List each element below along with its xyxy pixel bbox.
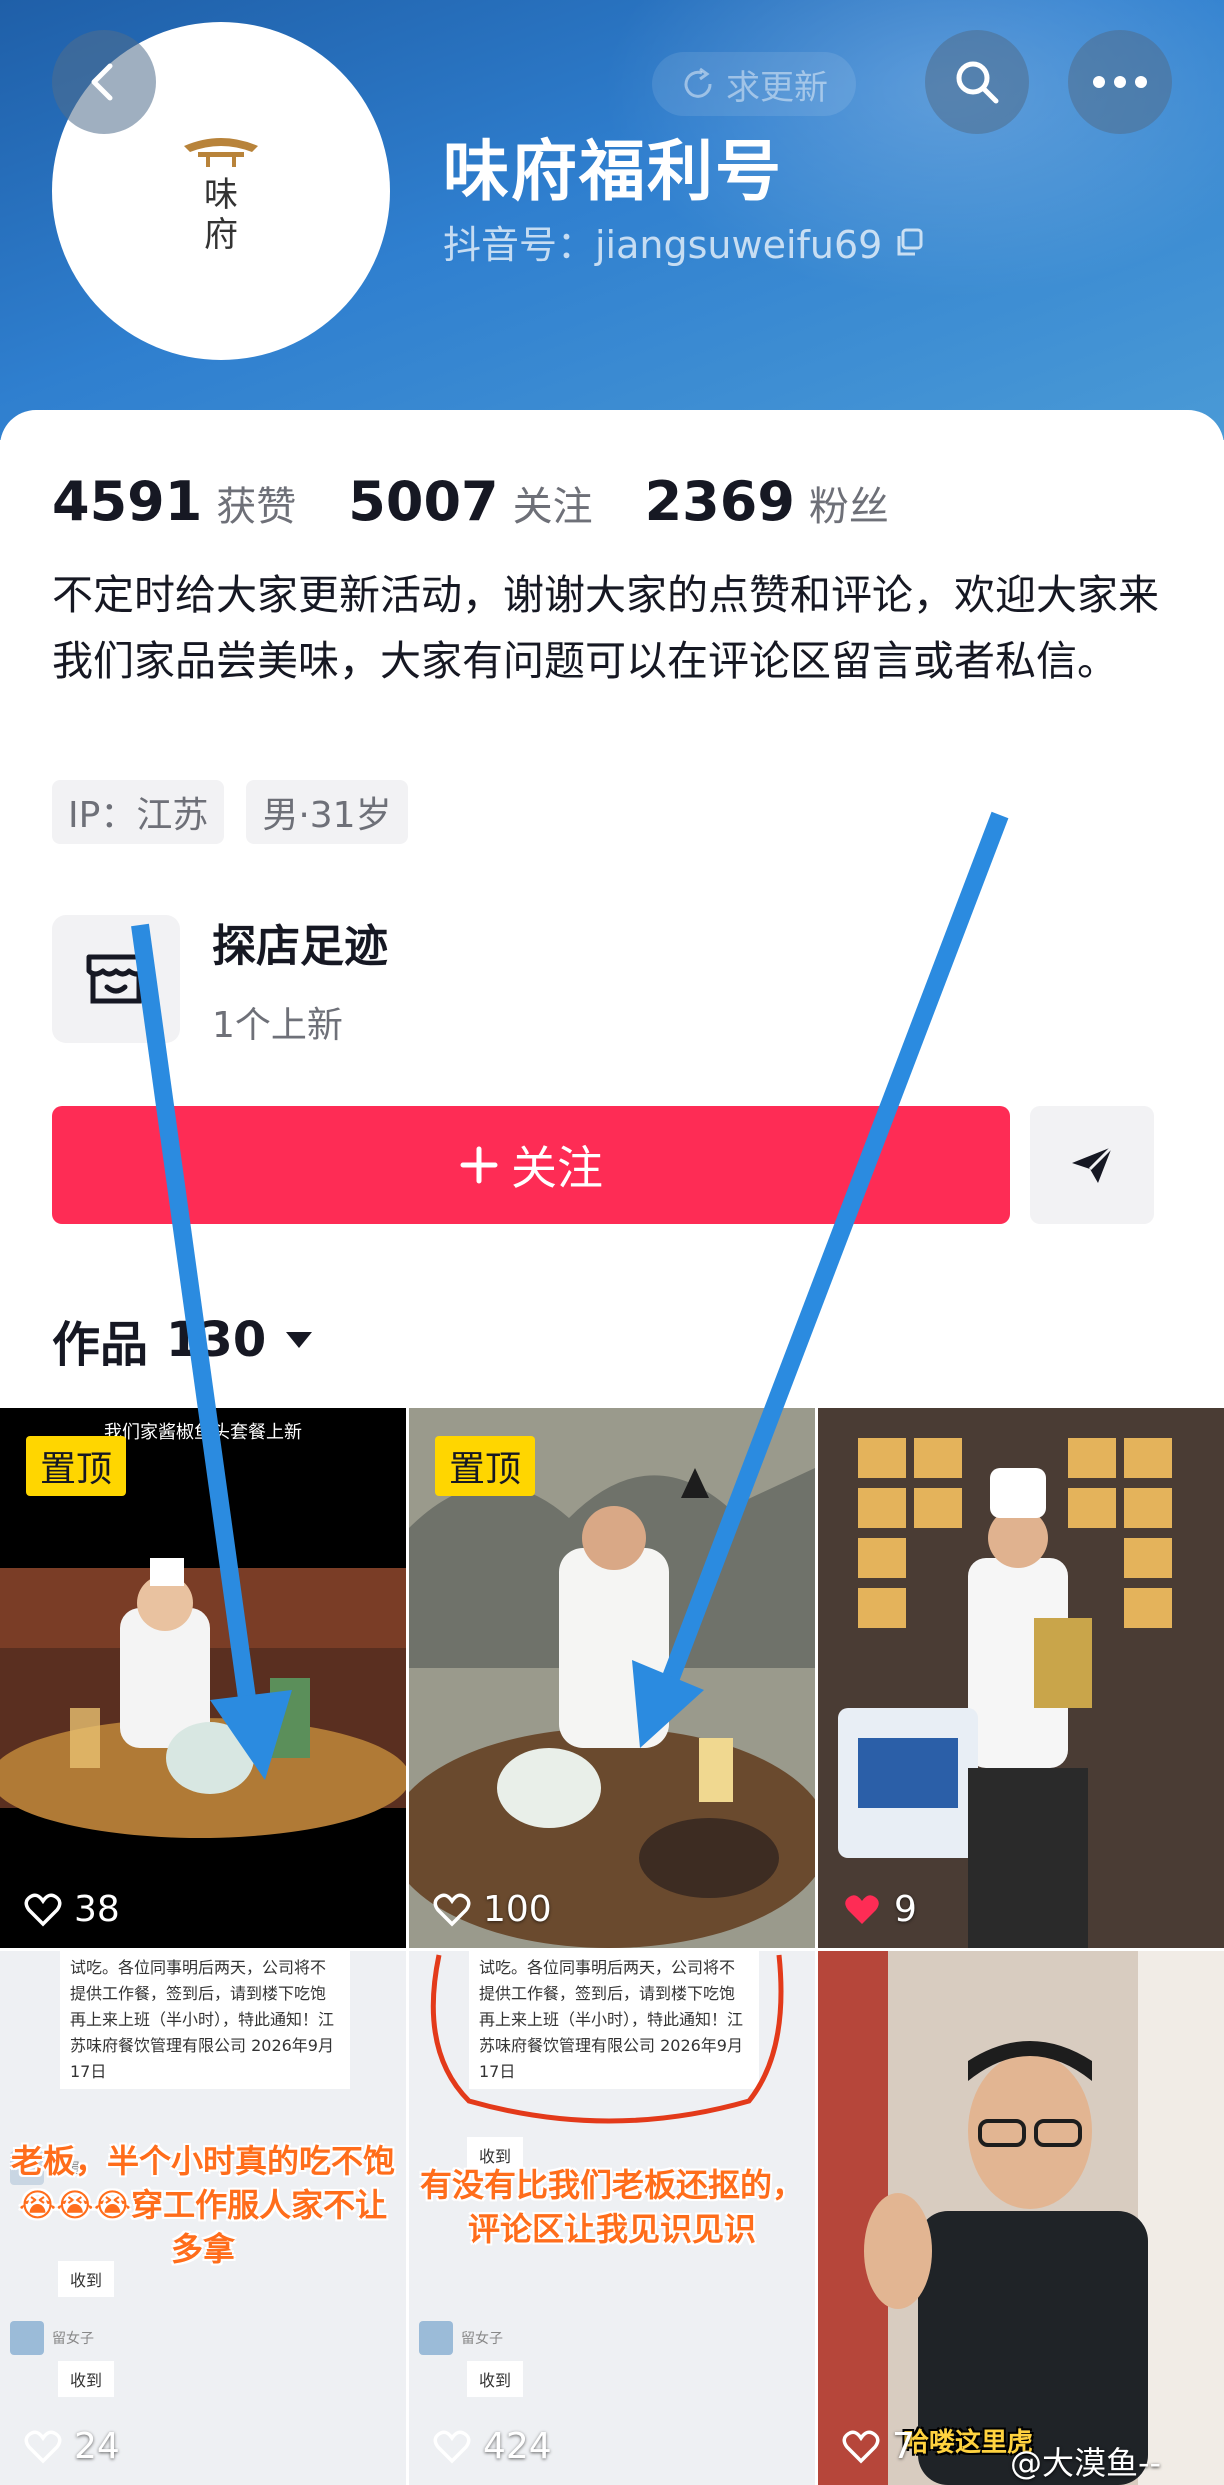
search-icon bbox=[956, 61, 999, 104]
douyin-id-text: 抖音号：jiangsuweifu69 bbox=[443, 223, 883, 267]
video-tile[interactable]: 试吃。各位同事明后两天，公司将不提供工作餐，签到后，请到楼下吃饱再上来上班（半小… bbox=[0, 1951, 406, 2485]
stat-following-number: 5007 bbox=[348, 470, 499, 533]
profile-name: 味府福利号 bbox=[443, 133, 783, 210]
chat-avatar bbox=[10, 2321, 44, 2355]
search-button[interactable] bbox=[925, 30, 1029, 134]
chat-item: 留女子 bbox=[10, 2321, 94, 2355]
stat-likes-number: 4591 bbox=[52, 470, 203, 533]
like-count-number: 424 bbox=[483, 2426, 552, 2467]
chat-avatar bbox=[419, 2321, 453, 2355]
follow-label: 关注 bbox=[511, 1141, 603, 1195]
send-icon bbox=[1072, 1145, 1114, 1183]
copy-icon[interactable] bbox=[894, 227, 924, 257]
brand-logo: 味 府 bbox=[176, 126, 266, 256]
stat-following[interactable]: 5007 关注 bbox=[348, 470, 592, 533]
stat-followers-label: 粉丝 bbox=[808, 484, 889, 530]
visit-title: 探店足迹 bbox=[212, 921, 388, 972]
heart-outline-icon bbox=[24, 1892, 62, 1926]
chat-bubble: 收到 bbox=[58, 2361, 115, 2397]
heart-outline-icon bbox=[842, 2429, 880, 2463]
video-thumbnail bbox=[818, 1951, 1224, 2485]
like-count: 9 bbox=[842, 1889, 917, 1930]
share-button[interactable] bbox=[1030, 1106, 1154, 1224]
pinned-badge: 置顶 bbox=[435, 1436, 536, 1496]
like-count-number: 24 bbox=[74, 2426, 120, 2467]
visit-text: 探店足迹 1个上新 bbox=[212, 910, 388, 1048]
chat-bubble: 收到 bbox=[467, 2361, 524, 2397]
chevron-left-icon bbox=[91, 63, 113, 101]
heart-outline-icon bbox=[24, 2429, 62, 2463]
visit-footprint-entry[interactable]: 探店足迹 1个上新 bbox=[52, 910, 388, 1048]
stat-likes-label: 获赞 bbox=[216, 484, 297, 530]
chat-name: 留女子 bbox=[461, 2331, 503, 2347]
douyin-id[interactable]: 抖音号：jiangsuweifu69 bbox=[443, 214, 924, 269]
stats-row: 4591 获赞 5007 关注 2369 粉丝 bbox=[52, 470, 941, 533]
like-count: 24 bbox=[24, 2426, 120, 2467]
like-count-number: 38 bbox=[74, 1889, 120, 1930]
like-count-number: 9 bbox=[894, 1889, 917, 1930]
plus-icon bbox=[460, 1146, 498, 1184]
svg-text:府: 府 bbox=[204, 215, 238, 255]
like-count-number: 7 bbox=[892, 2426, 915, 2467]
stat-likes[interactable]: 4591 获赞 bbox=[52, 470, 296, 533]
triangle-down-icon bbox=[286, 1332, 313, 1348]
notice-screenshot-text: 试吃。各位同事明后两天，公司将不提供工作餐，签到后，请到楼下吃饱再上来上班（半小… bbox=[60, 1951, 350, 2089]
follow-button[interactable]: 关注 bbox=[52, 1106, 1010, 1224]
video-caption: 老板，半个小时真的吃不饱😭😭😭穿工作服人家不让多拿 bbox=[10, 2142, 395, 2268]
ip-tag: IP：江苏 bbox=[52, 780, 225, 844]
heart-outline-icon bbox=[433, 2429, 471, 2463]
like-count: 424 bbox=[433, 2426, 552, 2467]
like-count: 100 bbox=[433, 1889, 552, 1930]
red-circle-annotation bbox=[430, 1954, 784, 2124]
visit-subtitle: 1个上新 bbox=[212, 1005, 343, 1046]
more-dots-icon bbox=[1093, 76, 1147, 88]
stat-following-label: 关注 bbox=[512, 484, 593, 530]
video-tile[interactable]: 我们家酱椒鱼头套餐上新 置顶 38 bbox=[0, 1408, 406, 1948]
video-caption: 有没有比我们老板还抠的，评论区让我见识见识 bbox=[419, 2166, 804, 2248]
heart-filled-icon bbox=[845, 1894, 879, 1924]
works-count: 130 bbox=[166, 1312, 267, 1368]
back-button[interactable] bbox=[52, 30, 156, 134]
video-tile[interactable]: 哈喽这里虎 7 bbox=[818, 1951, 1224, 2485]
video-tile[interactable]: 9 bbox=[818, 1408, 1224, 1948]
chat-item: 留女子 bbox=[419, 2321, 503, 2355]
profile-tags: IP：江苏 男·31岁 bbox=[52, 780, 408, 844]
stat-followers[interactable]: 2369 粉丝 bbox=[645, 470, 889, 533]
like-count-number: 100 bbox=[483, 1889, 552, 1930]
stat-followers-number: 2369 bbox=[644, 470, 795, 533]
video-tile[interactable]: 置顶 100 bbox=[409, 1408, 815, 1948]
works-tab[interactable]: 作品 130 bbox=[52, 1305, 314, 1375]
request-update-label: 求更新 bbox=[726, 67, 828, 108]
gender-age-tag: 男·31岁 bbox=[246, 780, 408, 844]
profile-bio: 不定时给大家更新活动，谢谢大家的点赞和评论，欢迎大家来我们家品尝美味，大家有问题… bbox=[52, 571, 1159, 685]
watermark: @大漠鱼-- bbox=[1010, 2444, 1162, 2482]
video-thumbnail bbox=[818, 1408, 1224, 1948]
heart-outline-icon bbox=[433, 1892, 471, 1926]
works-label: 作品 bbox=[52, 1317, 149, 1373]
chat-name: 留女子 bbox=[52, 2331, 94, 2347]
store-icon bbox=[52, 915, 180, 1043]
request-update-button[interactable]: 求更新 bbox=[652, 52, 856, 116]
like-count: 38 bbox=[24, 1889, 120, 1930]
more-button[interactable] bbox=[1068, 30, 1172, 134]
like-count: 7 bbox=[842, 2426, 915, 2467]
svg-text:味: 味 bbox=[204, 175, 238, 215]
video-tile[interactable]: 试吃。各位同事明后两天，公司将不提供工作餐，签到后，请到楼下吃饱再上来上班（半小… bbox=[409, 1951, 815, 2485]
pinned-badge: 置顶 bbox=[26, 1436, 127, 1496]
refresh-icon bbox=[684, 67, 712, 98]
